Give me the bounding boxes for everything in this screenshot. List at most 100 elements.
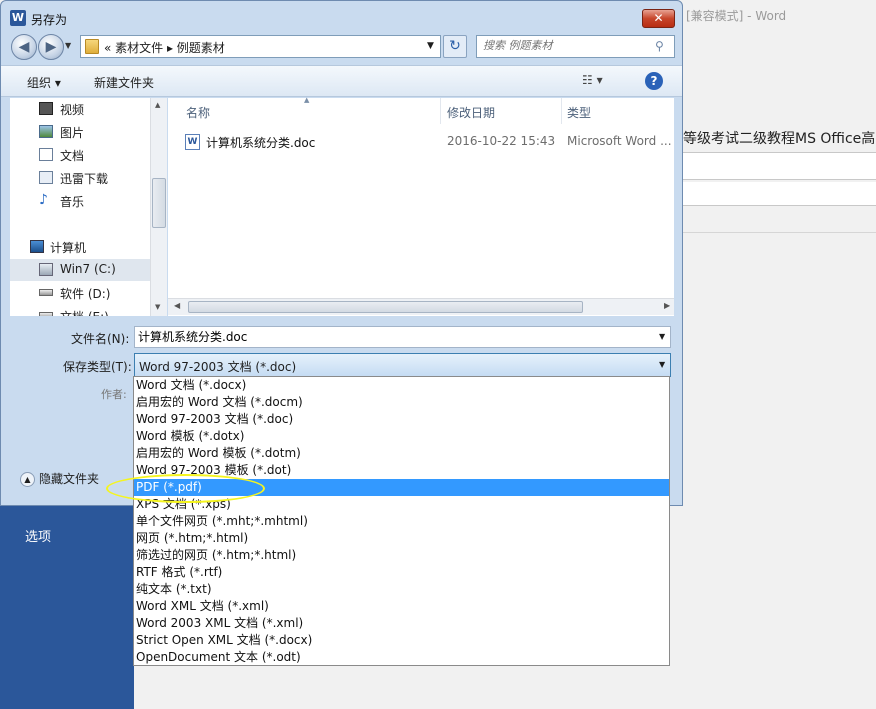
chevron-up-icon: ▲ [20, 472, 35, 487]
refresh-button[interactable]: ↻ [443, 35, 467, 58]
nav-item-label: Win7 (C:) [60, 262, 116, 276]
nav-item-label: 文档 (E:) [60, 308, 109, 316]
nav-item-label: 文档 [60, 149, 85, 163]
column-header-name[interactable]: 名称 ▲ [168, 96, 440, 124]
download-icon [39, 171, 53, 184]
author-label: 作者: [101, 388, 127, 401]
horizontal-scrollbar[interactable]: ◀ ▶ [168, 298, 674, 315]
help-icon[interactable]: ? [645, 72, 663, 90]
nav-item-documents[interactable]: 文档 [10, 144, 150, 166]
filetype-option[interactable]: RTF 格式 (*.rtf) [134, 564, 669, 581]
filetype-option[interactable]: OpenDocument 文本 (*.odt) [134, 649, 669, 666]
music-icon: ♪ [39, 192, 48, 208]
nav-item-label: 迅雷下载 [60, 172, 109, 186]
filetype-option[interactable]: 筛选过的网页 (*.htm;*.html) [134, 547, 669, 564]
navigation-bar: ◀ ▶ ▼ « 素材文件 ▸ 例题素材 ▼ ↻ ⚲ [1, 33, 682, 61]
dialog-titlebar[interactable]: W 另存为 ✕ [1, 1, 682, 33]
filetype-option[interactable]: 单个文件网页 (*.mht;*.mhtml) [134, 513, 669, 530]
filetype-option[interactable]: Word 模板 (*.dotx) [134, 428, 669, 445]
drive-icon [39, 312, 53, 316]
back-button[interactable]: ◀ [11, 34, 37, 60]
document-line [683, 182, 876, 206]
address-dropdown-icon[interactable]: ▼ [427, 41, 434, 51]
scrollbar-thumb[interactable] [152, 178, 166, 228]
nav-item-drive-e[interactable]: 文档 (E:) [10, 305, 150, 316]
filetype-option[interactable]: Word XML 文档 (*.xml) [134, 598, 669, 615]
document-icon [39, 148, 53, 161]
nav-item-drive-d[interactable]: 软件 (D:) [10, 282, 150, 304]
filetype-option[interactable]: Strict Open XML 文档 (*.docx) [134, 632, 669, 649]
scroll-right-icon[interactable]: ▶ [664, 301, 670, 310]
computer-icon [30, 240, 44, 253]
backstage-side-panel: 选项 [0, 506, 134, 709]
filetype-option-pdf[interactable]: PDF (*.pdf) [134, 479, 669, 496]
file-type: Microsoft Word ... [567, 134, 672, 148]
filetype-selected-value: Word 97-2003 文档 (*.doc) [139, 360, 297, 374]
forward-button[interactable]: ▶ [38, 34, 64, 60]
filetype-option[interactable]: Word 97-2003 模板 (*.dot) [134, 462, 669, 479]
filetype-option[interactable]: 网页 (*.htm;*.html) [134, 530, 669, 547]
filename-input[interactable] [138, 329, 638, 343]
nav-item-video[interactable]: 视频 [10, 98, 150, 120]
filetype-select[interactable]: Word 97-2003 文档 (*.doc) ▼ [134, 353, 671, 377]
search-icon[interactable]: ⚲ [655, 39, 664, 53]
hide-folders-button[interactable]: ▲ 隐藏文件夹 [20, 470, 99, 487]
nav-item-drive-c[interactable]: Win7 (C:) [10, 259, 150, 281]
column-header-date[interactable]: 修改日期 [441, 98, 561, 124]
nav-item-label: 软件 (D:) [60, 287, 111, 301]
drive-icon [39, 263, 53, 276]
word-app-icon: W [10, 10, 26, 26]
filetype-option[interactable]: 启用宏的 Word 文档 (*.docm) [134, 394, 669, 411]
nav-item-label: 视频 [60, 103, 85, 117]
chevron-down-icon[interactable]: ▼ [659, 332, 665, 341]
filetype-dropdown-list: Word 文档 (*.docx) 启用宏的 Word 文档 (*.docm) W… [133, 376, 670, 666]
nav-item-label: 图片 [60, 126, 85, 140]
address-bar[interactable]: « 素材文件 ▸ 例题素材 ▼ [80, 35, 441, 58]
options-menu-item[interactable]: 选项 [25, 526, 51, 545]
divider [683, 232, 876, 233]
command-toolbar: 组织 ▾ 新建文件夹 ☷ ▾ ? [1, 65, 682, 97]
nav-item-pictures[interactable]: 图片 [10, 121, 150, 143]
file-date: 2016-10-22 15:43 [447, 134, 556, 148]
breadcrumb[interactable]: « 素材文件 ▸ 例题素材 [104, 39, 225, 56]
nav-item-computer[interactable]: 计算机 [10, 236, 150, 258]
word-window-title: [兼容模式] - Word [686, 9, 787, 23]
nav-item-music[interactable]: ♪ 音乐 [10, 190, 150, 212]
search-input[interactable] [483, 39, 643, 52]
filename-label: 文件名(N): [71, 332, 130, 346]
filetype-option[interactable]: Word 97-2003 文档 (*.doc) [134, 411, 669, 428]
file-list: 名称 ▲ 修改日期 类型 W 计算机系统分类.doc 2016-10-22 15… [168, 96, 674, 316]
video-icon [39, 102, 53, 115]
chevron-down-icon[interactable]: ▼ [659, 360, 665, 369]
new-folder-button[interactable]: 新建文件夹 [94, 74, 154, 91]
scroll-up-icon[interactable]: ▲ [155, 101, 160, 109]
nav-item-label: 音乐 [60, 195, 85, 209]
folder-icon [85, 39, 99, 54]
hide-folders-label: 隐藏文件夹 [39, 472, 100, 486]
filetype-option[interactable]: 纯文本 (*.txt) [134, 581, 669, 598]
filetype-option[interactable]: Word 文档 (*.docx) [134, 377, 669, 394]
document-text: 等级考试二级教程MS Office高 [683, 131, 876, 147]
nav-item-label: 计算机 [50, 241, 87, 255]
filetype-option[interactable]: 启用宏的 Word 模板 (*.dotm) [134, 445, 669, 462]
filetype-label: 保存类型(T): [63, 360, 132, 374]
filetype-option[interactable]: Word 2003 XML 文档 (*.xml) [134, 615, 669, 632]
nav-item-downloads[interactable]: 迅雷下载 [10, 167, 150, 189]
change-view-button[interactable]: ☷ ▾ [582, 73, 603, 87]
scroll-left-icon[interactable]: ◀ [174, 301, 180, 310]
word-document-icon: W [185, 134, 200, 150]
search-box[interactable]: ⚲ [476, 35, 675, 58]
navigation-scrollbar[interactable]: ▲ ▼ [150, 98, 167, 316]
file-name: 计算机系统分类.doc [206, 136, 316, 150]
drive-icon [39, 289, 53, 296]
recent-locations-dropdown[interactable]: ▼ [65, 41, 71, 50]
close-button[interactable]: ✕ [642, 9, 675, 28]
scrollbar-thumb[interactable] [188, 301, 583, 313]
filetype-option[interactable]: XPS 文档 (*.xps) [134, 496, 669, 513]
filename-combobox[interactable]: ▼ [134, 326, 671, 348]
organize-button[interactable]: 组织 ▾ [27, 74, 61, 91]
scroll-down-icon[interactable]: ▼ [155, 303, 160, 311]
column-header-type[interactable]: 类型 [562, 98, 674, 124]
file-row[interactable]: W 计算机系统分类.doc 2016-10-22 15:43 Microsoft… [185, 132, 674, 154]
dialog-title: 另存为 [31, 13, 68, 27]
